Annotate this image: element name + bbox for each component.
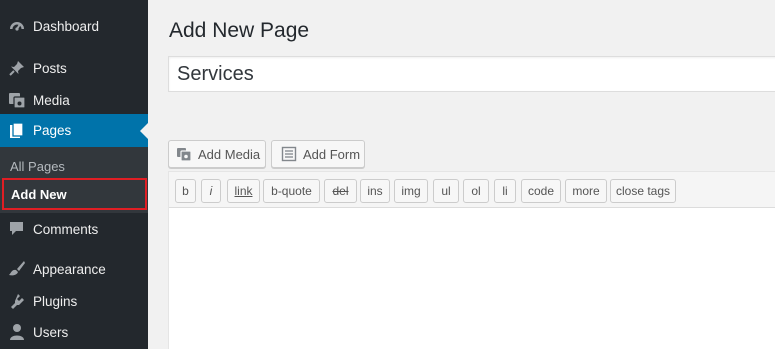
plugin-icon — [8, 292, 26, 310]
add-form-label: Add Form — [303, 146, 361, 162]
quicktag-blockquote-button[interactable]: b-quote — [263, 179, 320, 203]
menu-label-dashboard: Dashboard — [33, 18, 100, 34]
menu-label-comments: Comments — [33, 221, 99, 237]
menu-item-dashboard[interactable]: Dashboard — [0, 12, 148, 40]
pin-icon — [8, 59, 26, 77]
admin-sidebar: Dashboard Posts Media Pages All Pages Ad… — [0, 0, 148, 349]
menu-item-plugins[interactable]: Plugins — [0, 287, 148, 315]
menu-label-pages: Pages — [33, 123, 72, 138]
submenu-all-pages[interactable]: All Pages — [10, 159, 65, 174]
quicktag-code-button[interactable]: code — [521, 179, 561, 203]
quicktag-close-tags-button[interactable]: close tags — [610, 179, 676, 203]
quicktag-bold-button[interactable]: b — [175, 179, 196, 203]
add-media-label: Add Media — [198, 146, 261, 162]
menu-label-posts: Posts — [33, 60, 67, 76]
media-icon — [8, 91, 26, 109]
quicktag-link-button[interactable]: link — [227, 179, 260, 203]
submenu-add-new-label: Add New — [11, 186, 67, 202]
quicktag-img-button[interactable]: img — [394, 179, 428, 203]
quicktag-ul-button[interactable]: ul — [433, 179, 459, 203]
quicktag-li-button[interactable]: li — [494, 179, 516, 203]
quicktag-ins-button[interactable]: ins — [360, 179, 390, 203]
text-editor: b i link b-quote del ins img ul ol li co… — [168, 171, 775, 349]
content-textarea[interactable] — [169, 208, 775, 349]
menu-item-comments[interactable]: Comments — [0, 215, 148, 243]
page-title: Add New Page — [169, 19, 310, 42]
quicktag-italic-button[interactable]: i — [201, 179, 221, 203]
add-form-button[interactable]: Add Form — [271, 140, 365, 168]
dashboard-icon — [8, 17, 26, 35]
form-icon — [281, 146, 297, 162]
quicktag-more-button[interactable]: more — [565, 179, 607, 203]
submenu-add-new[interactable]: Add New — [2, 178, 147, 210]
menu-item-users[interactable]: Users — [0, 318, 148, 346]
menu-label-appearance: Appearance — [33, 261, 106, 277]
menu-item-appearance[interactable]: Appearance — [0, 255, 148, 283]
page-title-input[interactable] — [168, 56, 775, 92]
menu-label-plugins: Plugins — [33, 293, 78, 309]
media-icon — [176, 146, 192, 162]
quicktag-del-button[interactable]: del — [324, 179, 357, 203]
menu-label-users: Users — [33, 324, 69, 340]
menu-item-posts[interactable]: Posts — [0, 54, 148, 82]
quicktags-toolbar: b i link b-quote del ins img ul ol li co… — [169, 172, 775, 208]
quicktag-ol-button[interactable]: ol — [463, 179, 489, 203]
menu-label-media: Media — [33, 92, 70, 108]
add-media-button[interactable]: Add Media — [168, 140, 266, 168]
menu-item-pages[interactable]: Pages — [0, 114, 148, 147]
paintbrush-icon — [8, 260, 26, 278]
comment-icon — [8, 220, 26, 238]
user-icon — [8, 323, 26, 341]
menu-item-media[interactable]: Media — [0, 86, 148, 114]
pages-icon — [8, 121, 26, 140]
